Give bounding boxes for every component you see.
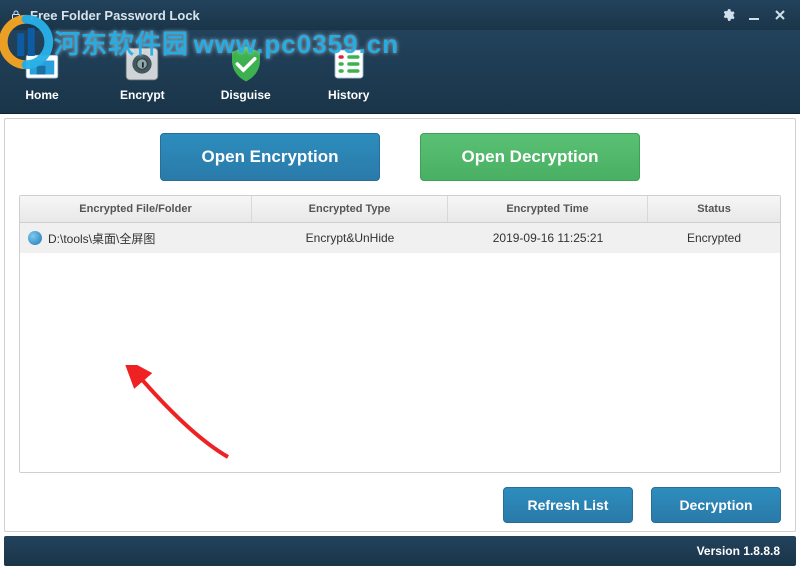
history-icon [327,42,371,86]
toolbar-label: History [328,88,369,102]
toolbar-item-home[interactable]: Home [20,42,64,102]
settings-icon[interactable] [718,5,738,25]
safe-icon [120,42,164,86]
grid-header-status[interactable]: Status [648,196,780,222]
toolbar-item-disguise[interactable]: Disguise [221,42,271,102]
lock-icon [10,8,22,22]
toolbar-label: Encrypt [120,88,165,102]
grid-header-path[interactable]: Encrypted File/Folder [20,196,252,222]
cell-path: D:\tools\桌面\全屏图 [20,230,252,247]
minimize-button[interactable] [744,5,764,25]
encrypted-grid: Encrypted File/Folder Encrypted Type Enc… [19,195,781,473]
grid-header-row: Encrypted File/Folder Encrypted Type Enc… [20,196,780,223]
file-icon [28,231,42,245]
grid-header-type[interactable]: Encrypted Type [252,196,448,222]
grid-body: D:\tools\桌面\全屏图 Encrypt&UnHide 2019-09-1… [20,223,780,472]
cell-time: 2019-09-16 11:25:21 [448,231,648,245]
cell-type: Encrypt&UnHide [252,231,448,245]
secondary-actions: Refresh List Decryption [19,487,781,523]
toolbar-item-history[interactable]: History [327,42,371,102]
status-bar: Version 1.8.8.8 [4,536,796,566]
home-icon [20,42,64,86]
title-bar: Free Folder Password Lock [0,0,800,30]
workspace: Open Encryption Open Decryption Encrypte… [4,118,796,532]
cell-status: Encrypted [648,231,780,245]
toolbar-label: Disguise [221,88,271,102]
open-encryption-button[interactable]: Open Encryption [160,133,380,181]
window-title: Free Folder Password Lock [30,8,200,23]
toolbar-label: Home [25,88,58,102]
main-toolbar: Home Encrypt Disguise [0,30,800,114]
refresh-button[interactable]: Refresh List [503,487,633,523]
primary-actions: Open Encryption Open Decryption [19,133,781,181]
open-decryption-button[interactable]: Open Decryption [420,133,640,181]
decryption-button[interactable]: Decryption [651,487,781,523]
close-button[interactable] [770,5,790,25]
version-label: Version 1.8.8.8 [697,544,780,558]
table-row[interactable]: D:\tools\桌面\全屏图 Encrypt&UnHide 2019-09-1… [20,223,780,253]
grid-header-time[interactable]: Encrypted Time [448,196,648,222]
shield-icon [224,42,268,86]
toolbar-item-encrypt[interactable]: Encrypt [120,42,165,102]
